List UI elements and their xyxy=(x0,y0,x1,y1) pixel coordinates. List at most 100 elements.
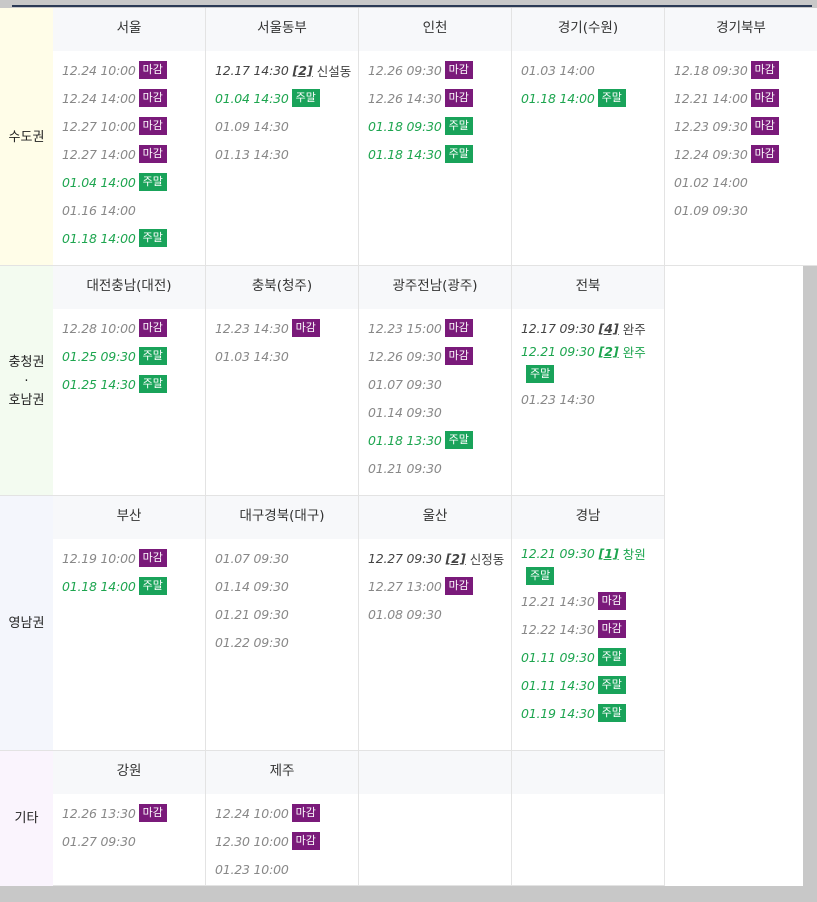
schedule-entry[interactable]: 12.23 15:00 마감 xyxy=(368,314,511,342)
schedule-entry[interactable]: 12.24 09:30 마감 xyxy=(674,140,817,168)
schedule-entry[interactable]: 01.25 09:30 주말 xyxy=(62,342,205,370)
exam-datetime[interactable]: 12.19 10:00 xyxy=(62,551,136,566)
exam-datetime[interactable]: 01.22 09:30 xyxy=(215,635,289,650)
exam-datetime[interactable]: 01.14 09:30 xyxy=(215,579,289,594)
schedule-entry[interactable]: 01.08 09:30 xyxy=(368,600,511,628)
schedule-entry[interactable]: 12.26 14:30 마감 xyxy=(368,84,511,112)
center-name[interactable]: 전북 xyxy=(512,266,664,309)
center-name[interactable]: 경남 xyxy=(512,496,664,539)
schedule-entry[interactable]: 01.18 14:00 주말 xyxy=(521,84,664,112)
schedule-entry[interactable]: 12.23 09:30 마감 xyxy=(674,112,817,140)
center-name[interactable]: 서울동부 xyxy=(206,8,358,51)
exam-datetime[interactable]: 01.02 14:00 xyxy=(674,175,748,190)
schedule-entry[interactable]: 01.18 13:30 주말 xyxy=(368,426,511,454)
schedule-entry[interactable]: 12.27 09:30 [2] 신정동 xyxy=(368,544,511,572)
exam-datetime[interactable]: 01.14 09:30 xyxy=(368,405,442,420)
schedule-entry[interactable]: 01.04 14:00 주말 xyxy=(62,168,205,196)
exam-datetime[interactable]: 12.18 09:30 xyxy=(674,63,748,78)
exam-datetime[interactable]: 12.23 09:30 xyxy=(674,119,748,134)
schedule-entry[interactable]: 01.03 14:00 xyxy=(521,56,664,84)
exam-datetime[interactable]: 01.09 14:30 xyxy=(215,119,289,134)
exam-datetime[interactable]: 12.21 14:30 xyxy=(521,594,595,609)
exam-datetime[interactable]: 01.09 09:30 xyxy=(674,203,748,218)
schedule-entry[interactable]: 01.02 14:00 xyxy=(674,168,817,196)
schedule-entry[interactable]: 01.14 09:30 xyxy=(215,572,358,600)
exam-datetime[interactable]: 01.18 14:00 xyxy=(521,91,595,106)
schedule-entry[interactable]: 01.11 14:30 주말 xyxy=(521,671,664,699)
exam-datetime[interactable]: 01.08 09:30 xyxy=(368,607,442,622)
exam-datetime[interactable]: 12.27 10:00 xyxy=(62,119,136,134)
schedule-entry[interactable]: 01.19 14:30 주말 xyxy=(521,699,664,727)
exam-datetime[interactable]: 01.13 14:30 xyxy=(215,147,289,162)
schedule-entry[interactable]: 12.28 10:00 마감 xyxy=(62,314,205,342)
exam-datetime[interactable]: 01.19 14:30 xyxy=(521,706,595,721)
schedule-entry[interactable]: 12.27 14:00 마감 xyxy=(62,140,205,168)
schedule-entry[interactable]: 12.26 13:30 마감 xyxy=(62,799,205,827)
schedule-entry[interactable]: 12.17 14:30 [2] 신설동 xyxy=(215,56,358,84)
schedule-entry[interactable]: 12.26 09:30 마감 xyxy=(368,342,511,370)
schedule-entry[interactable]: 12.19 10:00 마감 xyxy=(62,544,205,572)
schedule-entry[interactable]: 12.21 14:00 마감 xyxy=(674,84,817,112)
exam-datetime[interactable]: 01.07 09:30 xyxy=(215,551,289,566)
exam-datetime[interactable]: 12.26 14:30 xyxy=(368,91,442,106)
schedule-entry[interactable]: 12.17 09:30 [4] 완주 xyxy=(521,314,664,342)
schedule-entry[interactable]: 01.18 14:00 주말 xyxy=(62,572,205,600)
exam-datetime[interactable]: 01.21 09:30 xyxy=(215,607,289,622)
schedule-entry[interactable]: 12.23 14:30 마감 xyxy=(215,314,358,342)
schedule-entry[interactable]: 01.09 14:30 xyxy=(215,112,358,140)
schedule-entry[interactable]: 01.22 09:30 xyxy=(215,628,358,656)
exam-datetime[interactable]: 01.18 14:00 xyxy=(62,579,136,594)
schedule-entry[interactable]: 01.07 09:30 xyxy=(215,544,358,572)
schedule-entry[interactable]: 12.18 09:30 마감 xyxy=(674,56,817,84)
schedule-entry[interactable]: 12.24 10:00 마감 xyxy=(62,56,205,84)
schedule-entry[interactable]: 01.23 14:30 xyxy=(521,385,664,413)
center-name[interactable]: 인천 xyxy=(359,8,511,51)
exam-datetime[interactable]: 12.26 13:30 xyxy=(62,806,136,821)
schedule-entry[interactable]: 01.14 09:30 xyxy=(368,398,511,426)
schedule-entry[interactable]: 12.22 14:30 마감 xyxy=(521,615,664,643)
center-name[interactable]: 광주전남(광주) xyxy=(359,266,511,309)
exam-datetime[interactable]: 12.23 15:00 xyxy=(368,321,442,336)
exam-datetime[interactable]: 01.18 13:30 xyxy=(368,433,442,448)
exam-datetime[interactable]: 01.23 10:00 xyxy=(215,862,289,877)
center-name[interactable]: 대전충남(대전) xyxy=(53,266,205,309)
schedule-entry[interactable]: 12.24 14:00 마감 xyxy=(62,84,205,112)
exam-datetime[interactable]: 12.23 14:30 xyxy=(215,321,289,336)
exam-datetime[interactable]: 12.17 14:30 xyxy=(215,63,289,78)
exam-datetime[interactable]: 01.07 09:30 xyxy=(368,377,442,392)
center-name[interactable]: 경기북부 xyxy=(665,8,817,51)
schedule-entry[interactable]: 01.21 09:30 xyxy=(215,600,358,628)
center-name[interactable] xyxy=(512,751,664,794)
schedule-entry[interactable]: 12.27 10:00 마감 xyxy=(62,112,205,140)
schedule-entry[interactable]: 01.21 09:30 xyxy=(368,454,511,482)
center-name[interactable]: 경기(수원) xyxy=(512,8,664,51)
exam-datetime[interactable]: 12.21 14:00 xyxy=(674,91,748,106)
exam-datetime[interactable]: 01.03 14:30 xyxy=(215,349,289,364)
exam-datetime[interactable]: 01.18 14:00 xyxy=(62,231,136,246)
exam-datetime[interactable]: 12.24 14:00 xyxy=(62,91,136,106)
exam-datetime[interactable]: 01.23 14:30 xyxy=(521,392,595,407)
schedule-entry[interactable]: 01.25 14:30 주말 xyxy=(62,370,205,398)
schedule-entry[interactable]: 01.18 14:00 주말 xyxy=(62,224,205,252)
schedule-entry[interactable]: 12.21 09:30 [1] 창원 주말 xyxy=(521,544,664,587)
exam-datetime[interactable]: 12.22 14:30 xyxy=(521,622,595,637)
schedule-entry[interactable]: 01.18 09:30 주말 xyxy=(368,112,511,140)
exam-datetime[interactable]: 12.24 10:00 xyxy=(62,63,136,78)
exam-datetime[interactable]: 12.27 13:00 xyxy=(368,579,442,594)
schedule-entry[interactable]: 01.18 14:30 주말 xyxy=(368,140,511,168)
exam-datetime[interactable]: 12.21 09:30 xyxy=(521,546,595,561)
exam-datetime[interactable]: 01.25 14:30 xyxy=(62,377,136,392)
schedule-entry[interactable]: 01.11 09:30 주말 xyxy=(521,643,664,671)
center-name[interactable]: 서울 xyxy=(53,8,205,51)
schedule-entry[interactable]: 01.09 09:30 xyxy=(674,196,817,224)
exam-datetime[interactable]: 12.30 10:00 xyxy=(215,834,289,849)
schedule-entry[interactable]: 01.04 14:30 주말 xyxy=(215,84,358,112)
schedule-entry[interactable]: 01.13 14:30 xyxy=(215,140,358,168)
center-name[interactable]: 충북(청주) xyxy=(206,266,358,309)
exam-datetime[interactable]: 01.11 09:30 xyxy=(521,650,595,665)
exam-datetime[interactable]: 01.27 09:30 xyxy=(62,834,136,849)
center-name[interactable]: 부산 xyxy=(53,496,205,539)
schedule-entry[interactable]: 01.07 09:30 xyxy=(368,370,511,398)
schedule-entry[interactable]: 01.16 14:00 xyxy=(62,196,205,224)
exam-datetime[interactable]: 01.18 09:30 xyxy=(368,119,442,134)
